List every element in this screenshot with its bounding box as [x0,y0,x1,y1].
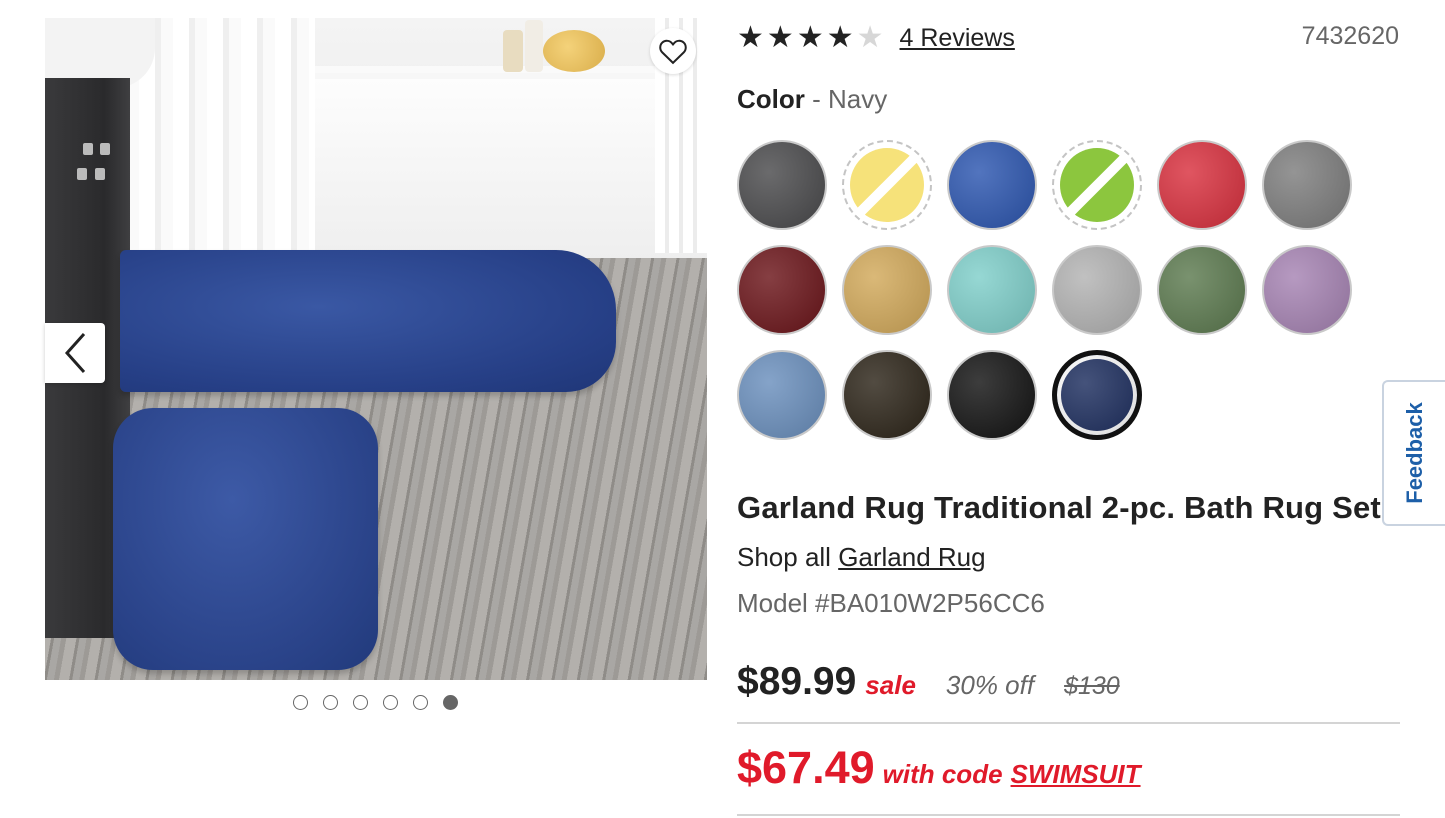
star-empty-icon: ★ [856,21,884,54]
reviews-link[interactable]: 4 Reviews [900,24,1015,53]
small-rug [113,408,378,670]
star-filled-icon: ★ [737,21,764,54]
star-filled-icon: ★ [796,21,824,54]
color-swatch-burgundy[interactable] [737,245,827,335]
feedback-tab[interactable]: Feedback [1382,380,1445,526]
color-label-title: Color [737,84,805,114]
original-price: $130 [1064,672,1120,700]
promo-price: $67.49 [737,742,875,793]
color-swatch-gray[interactable] [1262,140,1352,230]
color-swatch-silver[interactable] [1052,245,1142,335]
pagination-dot[interactable] [353,695,368,710]
promo-code-link[interactable]: SWIMSUIT [1011,759,1141,790]
brand-link[interactable]: Garland Rug [838,542,985,572]
divider [737,814,1400,816]
percent-off: 30% off [945,670,1035,700]
sku-number: 7432620 [1301,22,1399,50]
star-filled-icon: ★ [826,21,854,54]
feedback-label: Feedback [1401,402,1427,504]
shop-all-brand: Shop all Garland Rug [737,542,986,573]
color-swatch-red[interactable] [1157,140,1247,230]
large-rug [120,250,616,392]
price-row: $89.99 sale 30% off $130 [737,660,1120,704]
pagination-dot[interactable] [323,695,338,710]
color-swatch-grid [737,140,1352,440]
sale-price: $89.99 [737,660,857,703]
color-swatch-blue[interactable] [947,140,1037,230]
color-swatch-sage[interactable] [1157,245,1247,335]
color-swatch-yellow[interactable] [842,140,932,230]
promo-code-text: with code [882,759,1003,789]
color-swatch-purple[interactable] [1262,245,1352,335]
model-number: Model #BA010W2P56CC6 [737,588,1045,618]
color-swatch-black[interactable] [947,350,1037,440]
shop-all-prefix: Shop all [737,542,839,572]
unavailable-slash-icon [852,150,922,220]
pagination-dot[interactable] [383,695,398,710]
rating-summary: ★ ★ ★ ★ ★ 4 Reviews [737,22,1015,54]
image-pagination [293,695,458,710]
pagination-dot[interactable] [293,695,308,710]
color-swatch-denim[interactable] [737,350,827,440]
product-photo [45,18,707,680]
pagination-dot[interactable] [413,695,428,710]
product-title: Garland Rug Traditional 2-pc. Bath Rug S… [737,490,1381,525]
color-swatch-charcoal[interactable] [737,140,827,230]
promo-price-row: $67.49 with code SWIMSUIT [737,742,1141,794]
chevron-left-icon [64,332,86,374]
selected-color-name: Navy [828,84,888,114]
color-swatch-chocolate[interactable] [842,350,932,440]
previous-image-button[interactable] [45,323,105,383]
color-swatch-aqua[interactable] [947,245,1037,335]
product-image[interactable] [45,18,707,680]
divider [737,722,1400,724]
color-separator: - [804,84,828,114]
heart-outline-icon [659,39,687,65]
favorite-button[interactable] [650,28,696,74]
sale-label: sale [865,670,916,700]
unavailable-slash-icon [1062,150,1132,220]
star-rating: ★ ★ ★ ★ ★ [737,22,884,54]
color-swatch-navy[interactable] [1052,350,1142,440]
color-swatch-green[interactable] [1052,140,1142,230]
star-filled-icon: ★ [766,21,794,54]
color-label: Color - Navy [737,84,887,115]
color-swatch-gold[interactable] [842,245,932,335]
pagination-dot-active[interactable] [443,695,458,710]
